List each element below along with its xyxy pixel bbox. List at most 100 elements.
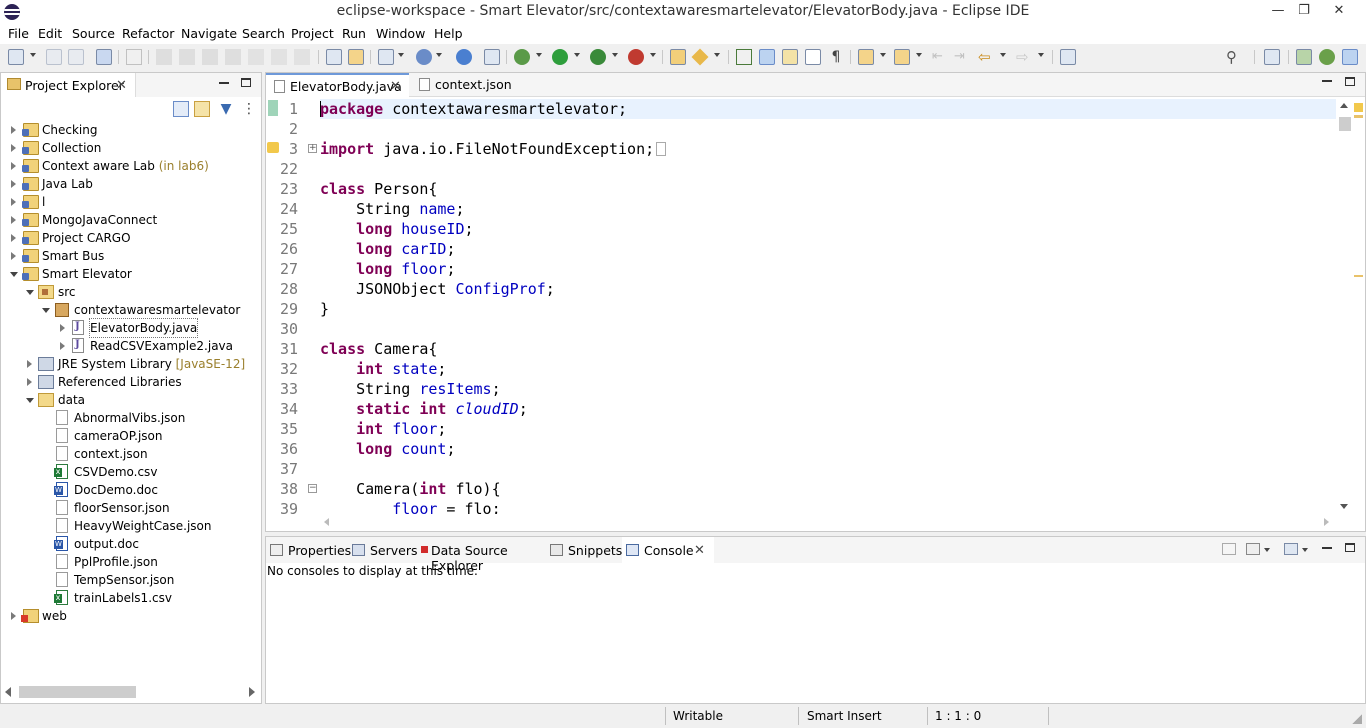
external-tools-icon[interactable] (628, 49, 644, 65)
step-return-icon[interactable] (294, 49, 310, 65)
back-icon[interactable]: ⇦ (978, 49, 994, 65)
step-into-icon[interactable] (248, 49, 264, 65)
debug-perspective-icon[interactable] (1319, 49, 1335, 65)
browser-dropdown-icon[interactable] (436, 53, 442, 57)
collapse-arrow-icon[interactable] (26, 290, 34, 295)
code-line[interactable]: String name; (320, 199, 1336, 219)
display-console-icon[interactable] (1246, 543, 1260, 555)
next-annotation-dropdown-icon[interactable] (880, 53, 886, 57)
code-line[interactable]: Camera(int flo){ (320, 479, 1336, 499)
menu-source[interactable]: Source (72, 26, 115, 41)
expand-arrow-icon[interactable] (11, 144, 16, 152)
run-icon[interactable] (552, 49, 568, 65)
suspend-icon[interactable] (179, 49, 195, 65)
code-line[interactable]: class Person{ (320, 179, 1336, 199)
debug-dropdown-icon[interactable] (536, 53, 542, 57)
menu-help[interactable]: Help (434, 26, 463, 41)
scrollbar-thumb[interactable] (1339, 117, 1351, 131)
step-over-icon[interactable] (271, 49, 287, 65)
code-line[interactable] (320, 119, 1336, 139)
open-console-icon[interactable] (1284, 543, 1298, 555)
overview-marker[interactable] (1354, 115, 1363, 118)
forward-icon[interactable]: ⇨ (1016, 49, 1032, 65)
disconnect-icon[interactable] (225, 49, 241, 65)
web-browser-icon[interactable] (416, 49, 432, 65)
expand-arrow-icon[interactable] (11, 180, 16, 188)
skip-breakpoints-icon[interactable] (126, 49, 142, 65)
task-dropdown-icon[interactable] (714, 53, 720, 57)
pin-console-icon[interactable] (1222, 543, 1236, 555)
code-line[interactable] (320, 319, 1336, 339)
terminal-icon[interactable] (96, 49, 112, 65)
code-line[interactable]: String resItems; (320, 379, 1336, 399)
tab-console[interactable]: Console ✕ (622, 537, 714, 563)
build-icon[interactable] (348, 49, 364, 65)
code-line[interactable]: } (320, 299, 1336, 319)
new-icon[interactable] (8, 49, 24, 65)
previous-annotation-icon[interactable] (894, 49, 910, 65)
maximize-view-icon[interactable] (1345, 543, 1355, 552)
toggle-mark-occurrences-icon[interactable] (736, 49, 752, 65)
back-dropdown-icon[interactable] (1000, 53, 1006, 57)
maximize-view-icon[interactable] (1345, 77, 1355, 86)
open-task-icon[interactable] (691, 48, 709, 66)
new-server-icon[interactable] (378, 49, 394, 65)
restore-window-button[interactable]: ❐ (1291, 0, 1317, 24)
next-annotation-icon[interactable] (858, 49, 874, 65)
display-console-dropdown-icon[interactable] (1264, 548, 1270, 552)
block-selection-icon[interactable] (782, 49, 798, 65)
expand-arrow-icon[interactable] (60, 324, 65, 332)
filter-icon[interactable]: ▼ (218, 101, 234, 117)
folded-code-marker[interactable] (656, 142, 667, 156)
resize-grip-icon[interactable] (1352, 714, 1362, 724)
scrollbar-thumb[interactable] (19, 686, 136, 698)
run-coverage-icon[interactable] (590, 49, 606, 65)
external-tools-dropdown-icon[interactable] (650, 53, 656, 57)
status-cursor-position[interactable]: 1 : 1 : 0 (935, 709, 981, 723)
globe-icon[interactable] (456, 49, 472, 65)
menu-edit[interactable]: Edit (38, 26, 62, 41)
close-icon[interactable]: ✕ (116, 78, 127, 93)
coverage-icon[interactable] (326, 49, 342, 65)
code-line[interactable]: long houseID; (320, 219, 1336, 239)
scroll-left-icon[interactable] (5, 687, 11, 697)
warning-summary-icon[interactable] (1354, 103, 1363, 112)
menu-project[interactable]: Project (291, 26, 334, 41)
scroll-left-icon[interactable] (324, 518, 329, 526)
show-whitespace-icon[interactable]: ¶ (828, 49, 844, 65)
code-line[interactable]: class Camera{ (320, 339, 1336, 359)
expand-arrow-icon[interactable] (11, 216, 16, 224)
word-wrap-icon[interactable] (805, 49, 821, 65)
expand-arrow-icon[interactable] (11, 612, 16, 620)
expand-arrow-icon[interactable] (27, 360, 32, 368)
code-line[interactable]: package contextawaresmartelevator; (320, 99, 1336, 119)
tab-elevatorbody-java[interactable]: ElevatorBody.java ✕ (266, 73, 409, 97)
scroll-up-icon[interactable] (1340, 103, 1348, 108)
close-window-button[interactable]: ✕ (1326, 0, 1352, 24)
overview-ruler[interactable] (1352, 98, 1365, 514)
scroll-down-icon[interactable] (1340, 504, 1348, 509)
coverage-dropdown-icon[interactable] (612, 53, 618, 57)
expand-arrow-icon[interactable] (60, 342, 65, 350)
expand-arrow-icon[interactable] (27, 378, 32, 386)
tab-data-source-explorer[interactable]: Data Source Explorer (416, 537, 544, 573)
open-console-dropdown-icon[interactable] (1302, 548, 1308, 552)
minimize-window-button[interactable]: — (1265, 0, 1291, 24)
expand-arrow-icon[interactable] (11, 162, 16, 170)
link-with-editor-icon[interactable] (194, 101, 210, 117)
previous-annotation-dropdown-icon[interactable] (916, 53, 922, 57)
expand-arrow-icon[interactable] (11, 252, 16, 260)
minimize-view-icon[interactable] (1322, 80, 1332, 82)
code-line[interactable]: int floor; (320, 419, 1336, 439)
menu-refactor[interactable]: Refactor (122, 26, 174, 41)
close-icon[interactable]: ✕ (694, 543, 705, 558)
menu-file[interactable]: File (8, 26, 29, 41)
terminate-icon[interactable] (202, 49, 218, 65)
resume-icon[interactable] (156, 49, 172, 65)
save-all-icon[interactable] (68, 49, 84, 65)
maximize-view-icon[interactable] (241, 78, 251, 87)
server-dropdown-icon[interactable] (398, 53, 404, 57)
minimize-view-icon[interactable] (1322, 547, 1332, 549)
search-link-icon[interactable] (484, 49, 500, 65)
code-line[interactable] (320, 459, 1336, 479)
